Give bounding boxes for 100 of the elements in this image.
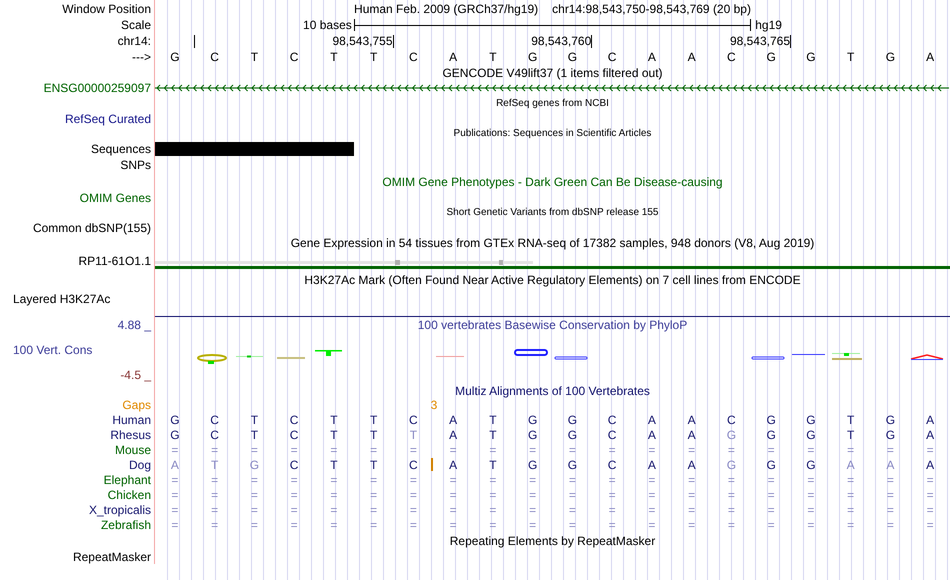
track-label[interactable]: OMIM Genes xyxy=(80,192,151,204)
base-letter: C xyxy=(209,51,220,63)
aligned-base: A xyxy=(449,414,458,426)
aligned-base: = xyxy=(410,474,417,486)
aligned-base: = xyxy=(250,504,258,516)
aligned-base: = xyxy=(886,518,894,530)
aligned-base: T xyxy=(370,428,378,440)
aligned-base: G xyxy=(568,428,578,440)
aligned-base: = xyxy=(728,488,735,500)
species-label[interactable]: X_tropicalis xyxy=(88,504,151,516)
aligned-base: T xyxy=(330,458,338,470)
aligned-base: = xyxy=(728,518,735,530)
position-label: 98,543,760 xyxy=(531,35,592,47)
aligned-base: G xyxy=(528,414,538,426)
aligned-base: = xyxy=(768,504,775,516)
aligned-base: = xyxy=(926,504,934,516)
aligned-base: = xyxy=(410,518,417,530)
track-label[interactable]: RP11-61O1.1 xyxy=(78,254,151,266)
aligned-base: G xyxy=(170,414,180,426)
track-label[interactable]: Layered H3K27Ac xyxy=(13,292,110,304)
aligned-base: = xyxy=(290,504,298,516)
aligned-base: G xyxy=(766,414,776,426)
aligned-base: = xyxy=(568,488,576,500)
track-label[interactable]: SNPs xyxy=(120,159,151,171)
aligned-base: A xyxy=(648,428,656,440)
aligned-base: = xyxy=(688,488,696,500)
aligned-base: = xyxy=(568,504,576,516)
aligned-base: C xyxy=(290,414,298,426)
aligned-base: = xyxy=(330,474,338,486)
species-label[interactable]: Dog xyxy=(128,458,151,470)
base-letter: G xyxy=(765,51,777,63)
aligned-base: = xyxy=(886,488,894,500)
base-letter: C xyxy=(726,51,737,63)
track-label[interactable]: 100 Vert. Cons xyxy=(13,344,92,356)
aligned-base: = xyxy=(211,474,218,486)
base-letter: T xyxy=(329,51,339,63)
row-label: Scale xyxy=(120,19,151,31)
aligned-base: = xyxy=(489,518,496,530)
aligned-base: = xyxy=(330,488,338,500)
aligned-base: = xyxy=(529,474,536,486)
aligned-base: T xyxy=(250,428,258,440)
row-label: chr14: xyxy=(118,35,151,47)
track-label[interactable]: ENSG00000259097 xyxy=(44,82,151,94)
expression-bar-drawing[interactable] xyxy=(155,260,535,265)
aligned-base: = xyxy=(171,504,178,516)
aligned-base: = xyxy=(608,504,616,516)
aligned-base: = xyxy=(847,518,854,530)
aligned-base: A xyxy=(449,458,458,470)
aligned-base: = xyxy=(330,518,338,530)
species-label[interactable]: Elephant xyxy=(104,474,151,486)
aligned-base: A xyxy=(846,458,855,470)
position-label: 98,543,755 xyxy=(332,35,392,47)
axis-min-label: -4.5 _ xyxy=(120,369,151,381)
species-label[interactable]: Chicken xyxy=(108,488,151,500)
track-label[interactable]: Sequences xyxy=(90,143,151,155)
aligned-base: G xyxy=(568,414,578,426)
aligned-base: = xyxy=(608,474,616,486)
aligned-base: = xyxy=(807,444,814,456)
aligned-base: G xyxy=(766,428,776,440)
aligned-base: = xyxy=(489,488,496,500)
aligned-base: = xyxy=(807,504,814,516)
aligned-base: = xyxy=(211,518,218,530)
species-label[interactable]: Human xyxy=(112,414,151,426)
aligned-base: T xyxy=(330,414,338,426)
species-label[interactable]: Rhesus xyxy=(110,428,151,440)
aligned-base: C xyxy=(608,428,616,440)
aligned-base: C xyxy=(727,414,736,426)
track-title: Multiz Alignments of 100 Vertebrates xyxy=(455,384,650,396)
aligned-base: = xyxy=(171,474,178,486)
aligned-base: T xyxy=(210,458,218,470)
row-label: Window Position xyxy=(62,2,151,14)
aligned-base: = xyxy=(290,518,298,530)
track-label[interactable]: Common dbSNP(155) xyxy=(32,222,151,234)
aligned-base: A xyxy=(926,428,934,440)
species-label[interactable]: Zebrafish xyxy=(100,518,151,530)
gene-strand-drawing[interactable] xyxy=(155,83,949,93)
track-label[interactable]: RefSeq Curated xyxy=(64,112,151,124)
track-title: RefSeq genes from NCBI xyxy=(496,98,609,108)
aligned-base: = xyxy=(648,444,656,456)
aligned-base: A xyxy=(648,458,656,470)
track-title: Gene Expression in 54 tissues from GTEx RNA-seq of 17382 samples, 948 donors (V8, Aug 2019) xyxy=(290,237,814,249)
aligned-base: = xyxy=(568,474,576,486)
position-tick xyxy=(790,34,791,48)
aligned-base: = xyxy=(926,518,934,530)
aligned-base: = xyxy=(489,504,496,516)
species-label[interactable]: Mouse xyxy=(114,444,151,456)
track-label[interactable]: RepeatMasker xyxy=(72,550,151,562)
aligned-base: = xyxy=(688,444,696,456)
aligned-base: T xyxy=(489,414,497,426)
aligned-base: G xyxy=(806,428,816,440)
aligned-base: = xyxy=(250,488,258,500)
position-label: 98,543,765 xyxy=(730,35,790,47)
aligned-base: = xyxy=(450,488,457,500)
aligned-base: A xyxy=(170,458,179,470)
aligned-base: = xyxy=(807,488,814,500)
aligned-base: = xyxy=(768,444,775,456)
aligned-base: C xyxy=(210,428,219,440)
aligned-base: = xyxy=(211,504,218,516)
aligned-base: C xyxy=(608,414,616,426)
aligned-base: = xyxy=(847,488,854,500)
